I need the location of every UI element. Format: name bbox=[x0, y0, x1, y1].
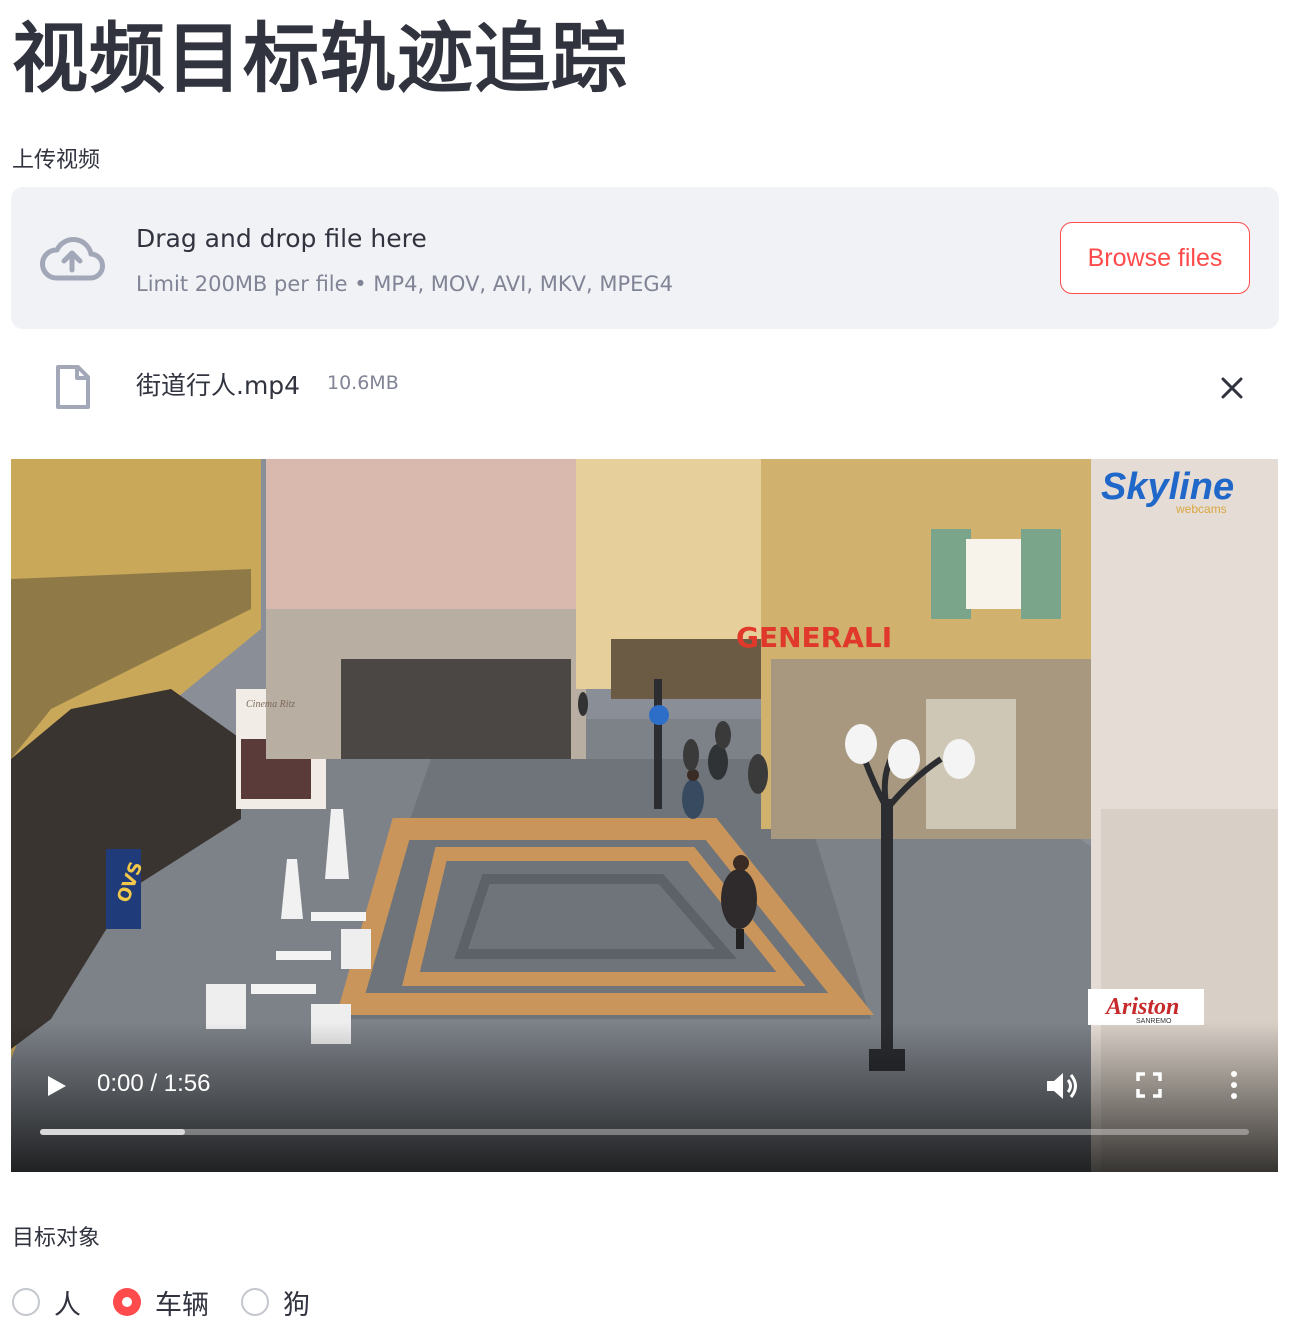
upload-label: 上传视频 bbox=[12, 148, 101, 173]
target-object-label: 目标对象 bbox=[12, 1226, 101, 1251]
ariston-sign: Ariston bbox=[1104, 994, 1179, 1020]
more-options-icon[interactable] bbox=[1228, 1070, 1240, 1100]
video-progress-bar[interactable] bbox=[40, 1129, 1249, 1135]
video-player[interactable]: GENERALI Skyline webcams Ariston OVS Cin… bbox=[11, 459, 1278, 1172]
radio-button-person[interactable] bbox=[12, 1288, 40, 1316]
radio-option-dog[interactable]: 狗 bbox=[241, 1283, 310, 1322]
browse-files-button[interactable]: Browse files bbox=[1060, 222, 1250, 294]
video-time: 0:00 / 1:56 bbox=[97, 1070, 211, 1097]
page-title: 视频目标轨迹追踪 bbox=[12, 14, 628, 103]
generali-sign: GENERALI bbox=[736, 621, 892, 654]
radio-label-person: 人 bbox=[54, 1289, 81, 1321]
cinema-sign: Cinema Ritz bbox=[246, 699, 295, 710]
dropzone-instructions: Drag and drop file here bbox=[136, 224, 427, 253]
radio-option-person[interactable]: 人 bbox=[12, 1283, 81, 1322]
radio-option-vehicle[interactable]: 车辆 bbox=[113, 1283, 209, 1322]
radio-button-vehicle[interactable] bbox=[113, 1288, 141, 1316]
volume-icon[interactable] bbox=[1044, 1070, 1080, 1102]
file-icon bbox=[56, 365, 90, 409]
skyline-logo-sub: webcams bbox=[1175, 502, 1227, 516]
radio-label-vehicle: 车辆 bbox=[155, 1289, 209, 1321]
dropzone-limit-text: Limit 200MB per file • MP4, MOV, AVI, MK… bbox=[136, 272, 674, 296]
fullscreen-icon[interactable] bbox=[1136, 1072, 1162, 1098]
close-icon[interactable] bbox=[1214, 370, 1250, 406]
radio-button-dog[interactable] bbox=[241, 1288, 269, 1316]
cloud-upload-icon bbox=[40, 237, 105, 281]
play-icon[interactable] bbox=[46, 1074, 68, 1098]
video-progress-fill bbox=[40, 1129, 186, 1135]
uploaded-file-size: 10.6MB bbox=[327, 372, 399, 394]
target-object-radio-group: 人 车辆 狗 bbox=[12, 1282, 342, 1322]
radio-label-dog: 狗 bbox=[283, 1289, 310, 1321]
uploaded-file-name: 街道行人.mp4 bbox=[136, 371, 301, 400]
